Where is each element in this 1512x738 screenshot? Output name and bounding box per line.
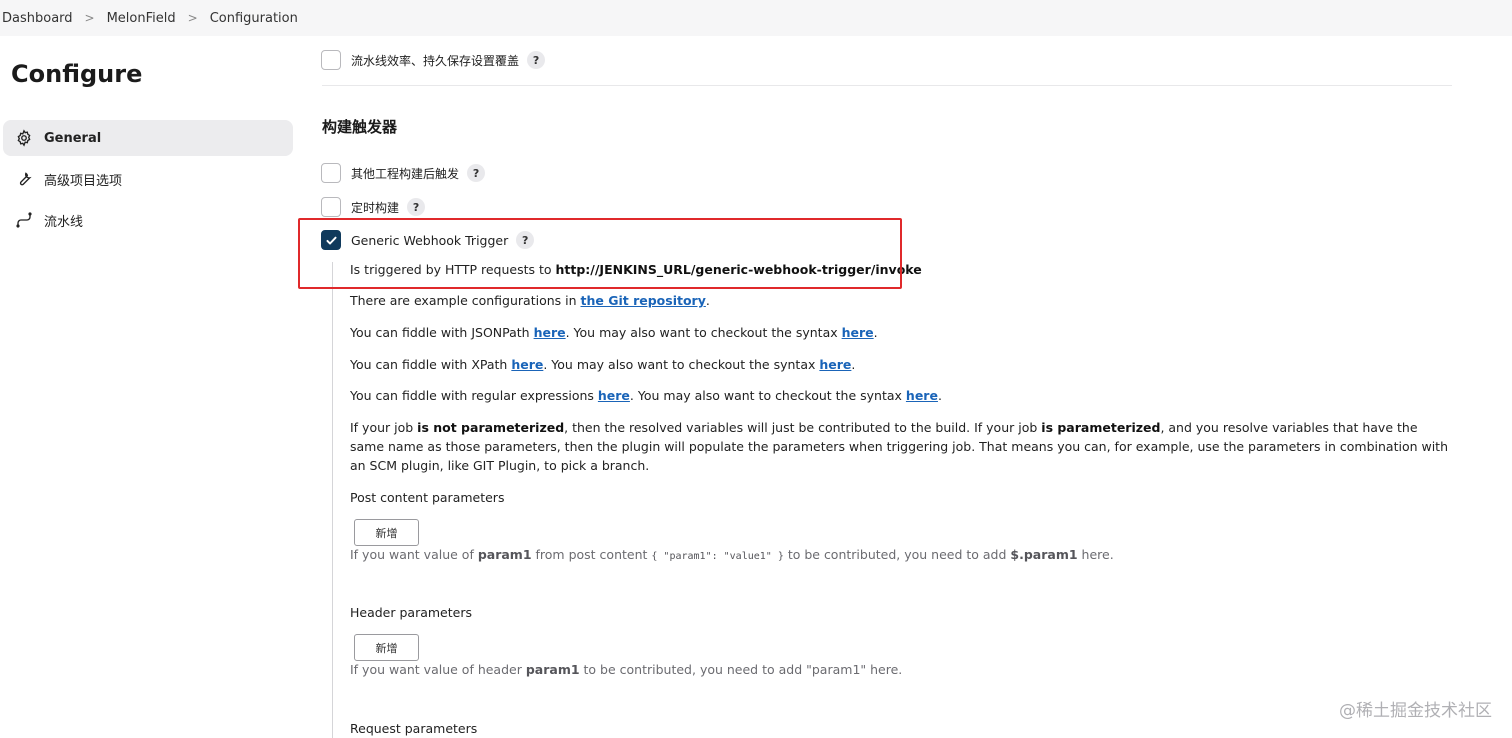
- after-other-projects-checkbox[interactable]: [321, 163, 341, 183]
- git-repository-link[interactable]: the Git repository: [581, 293, 706, 308]
- header-params-hint: If you want value of header param1 to be…: [350, 662, 902, 677]
- durability-override-checkbox[interactable]: [321, 50, 341, 70]
- highlight-annotation: [298, 218, 902, 289]
- hint-bold: param1: [525, 662, 580, 677]
- add-header-param-button[interactable]: 新增: [354, 634, 419, 661]
- nested-section-line: [332, 262, 333, 738]
- hint-text: to be contributed, you need to add: [783, 547, 1011, 562]
- hint-bold: $.param1: [1010, 547, 1078, 562]
- note-text: If your job: [350, 420, 418, 435]
- fiddle-text: You can fiddle with JSONPath: [350, 325, 534, 340]
- note-bold: is not parameterized: [417, 420, 565, 435]
- watermark: @稀土掘金技术社区: [1339, 701, 1492, 721]
- header-params-label: Header parameters: [350, 605, 472, 620]
- note-bold: is parameterized: [1041, 420, 1161, 435]
- help-icon[interactable]: ?: [407, 198, 426, 216]
- jsonpath-fiddle-link[interactable]: here: [534, 325, 566, 340]
- examples-text: There are example configurations in: [350, 293, 581, 308]
- sidebar-item-general[interactable]: General: [3, 120, 293, 156]
- breadcrumb-dashboard[interactable]: Dashboard: [2, 11, 73, 26]
- hint-text: to be contributed, you need to add "para…: [579, 662, 903, 677]
- help-icon[interactable]: ?: [467, 164, 486, 182]
- wrench-icon: [15, 170, 33, 188]
- chevron-right-icon: >: [187, 11, 198, 25]
- trigger-periodic-build: 定时构建 ?: [321, 197, 426, 217]
- hint-text: from post content: [531, 547, 652, 562]
- breadcrumb: Dashboard > MelonField > Configuration: [0, 0, 1512, 36]
- sidebar-item-label: General: [44, 130, 102, 146]
- parameterized-note: If your job is not parameterized, then t…: [350, 418, 1450, 475]
- periodic-build-checkbox[interactable]: [321, 197, 341, 217]
- breadcrumb-project[interactable]: MelonField: [107, 11, 176, 26]
- help-icon[interactable]: ?: [527, 51, 546, 69]
- regex-syntax-link[interactable]: here: [906, 388, 938, 403]
- fiddle-suffix: .: [873, 325, 878, 340]
- hint-text: here.: [1077, 547, 1114, 562]
- jsonpath-syntax-link[interactable]: here: [842, 325, 874, 340]
- page-title: Configure: [11, 60, 143, 88]
- hint-code: { "param1": "value1" }: [651, 551, 784, 562]
- post-content-hint: If you want value of param1 from post co…: [350, 547, 1114, 562]
- xpath-fiddle-link[interactable]: here: [511, 357, 543, 372]
- trigger-label: 其他工程构建后触发: [351, 166, 460, 181]
- gear-icon: [15, 129, 33, 147]
- examples-suffix: .: [705, 293, 710, 308]
- fiddle-suffix: .: [851, 357, 856, 372]
- fiddle-text: . You may also want to checkout the synt…: [543, 357, 820, 372]
- fiddle-text: You can fiddle with regular expressions: [350, 388, 598, 403]
- hint-text: If you want value of header: [350, 662, 526, 677]
- option-durability-override: 流水线效率、持久保存设置覆盖 ?: [321, 50, 546, 70]
- fiddle-xpath: You can fiddle with XPath here. You may …: [350, 355, 855, 374]
- hint-bold: param1: [477, 547, 532, 562]
- fiddle-text: . You may also want to checkout the synt…: [565, 325, 842, 340]
- note-text: , then the resolved variables will just …: [564, 420, 1042, 435]
- hint-text: If you want value of: [350, 547, 478, 562]
- trigger-after-other-projects: 其他工程构建后触发 ?: [321, 163, 486, 183]
- post-content-params-label: Post content parameters: [350, 490, 505, 505]
- build-triggers-title: 构建触发器: [322, 118, 398, 136]
- pipeline-icon: [15, 211, 33, 229]
- fiddle-text: You can fiddle with XPath: [350, 357, 512, 372]
- sidebar-item-label: 高级项目选项: [44, 173, 123, 189]
- fiddle-suffix: .: [937, 388, 942, 403]
- request-params-label: Request parameters: [350, 721, 478, 736]
- xpath-syntax-link[interactable]: here: [819, 357, 851, 372]
- trigger-label: 定时构建: [351, 200, 400, 215]
- examples-note: There are example configurations in the …: [350, 291, 710, 310]
- chevron-right-icon: >: [84, 11, 95, 25]
- section-divider: [322, 85, 1452, 86]
- fiddle-regex: You can fiddle with regular expressions …: [350, 386, 942, 405]
- add-post-content-param-button[interactable]: 新增: [354, 519, 419, 546]
- fiddle-jsonpath: You can fiddle with JSONPath here. You m…: [350, 323, 878, 342]
- regex-fiddle-link[interactable]: here: [598, 388, 630, 403]
- sidebar-item-advanced[interactable]: 高级项目选项: [3, 161, 293, 197]
- breadcrumb-configuration[interactable]: Configuration: [210, 11, 298, 26]
- sidebar-item-pipeline[interactable]: 流水线: [3, 202, 293, 238]
- option-label: 流水线效率、持久保存设置覆盖: [351, 53, 520, 68]
- fiddle-text: . You may also want to checkout the synt…: [629, 388, 906, 403]
- sidebar-item-label: 流水线: [44, 214, 84, 230]
